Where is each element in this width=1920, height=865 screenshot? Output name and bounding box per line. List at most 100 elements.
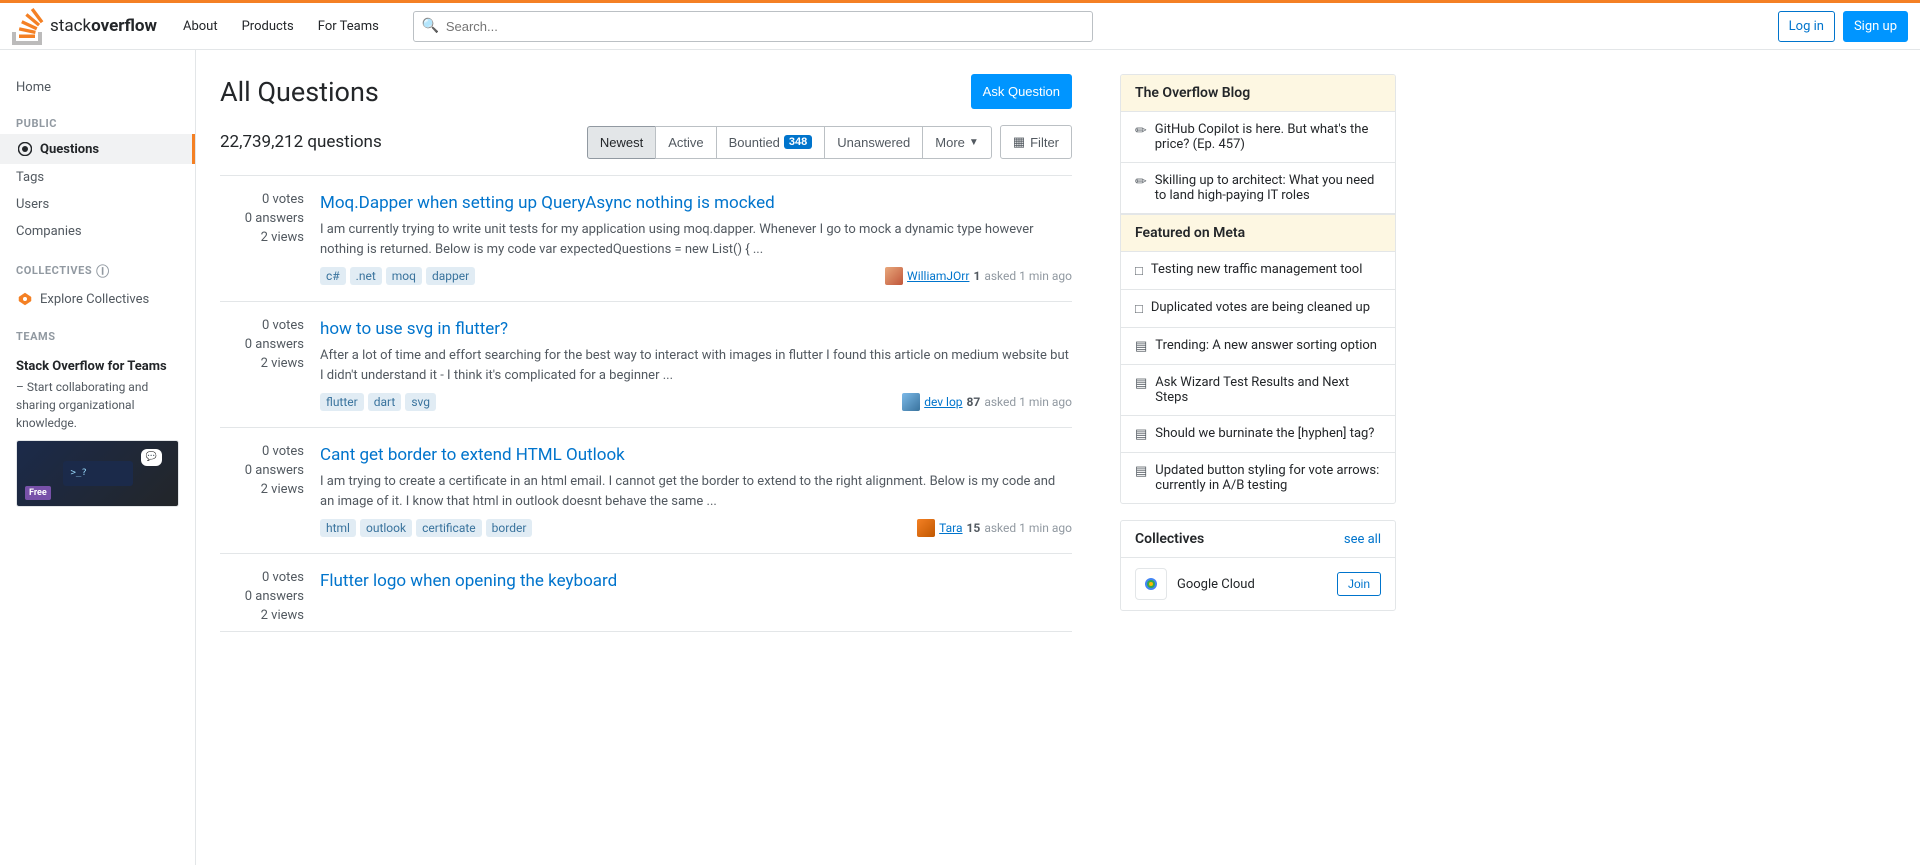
sidebar-item-companies[interactable]: Companies (0, 218, 195, 245)
login-button[interactable]: Log in (1778, 11, 1835, 42)
sidebar-item-home[interactable]: Home (0, 74, 195, 101)
list-item: Google Cloud Join (1121, 558, 1395, 610)
list-item: ▤ Ask Wizard Test Results and Next Steps (1121, 365, 1395, 416)
tag[interactable]: outlook (360, 519, 412, 537)
sidebar-teams-section: TEAMS Stack Overflow for Teams – Start c… (0, 322, 195, 527)
tag[interactable]: certificate (416, 519, 482, 537)
search-input[interactable] (413, 11, 1093, 42)
tag[interactable]: c# (320, 267, 346, 285)
question-stats: 0 votes 0 answers 2 views (220, 192, 320, 285)
free-badge: Free (25, 486, 51, 500)
view-count: 2 views (261, 608, 304, 623)
list-item: ▤ Trending: A new answer sorting option (1121, 328, 1395, 365)
header: stackoverflow About Products For Teams 🔍… (0, 0, 1920, 50)
question-title[interactable]: Flutter logo when opening the keyboard (320, 570, 1072, 592)
filter-unanswered[interactable]: Unanswered (824, 126, 923, 159)
sidebar-item-questions[interactable]: Questions (0, 134, 195, 164)
answer-count: 0 answers (245, 337, 304, 352)
filter-active[interactable]: Active (655, 126, 716, 159)
sidebar-item-explore-collectives[interactable]: Explore Collectives (0, 284, 195, 314)
ask-question-button[interactable]: Ask Question (971, 74, 1072, 109)
meta-link[interactable]: Trending: A new answer sorting option (1155, 338, 1377, 353)
blog-link[interactable]: GitHub Copilot is here. But what's the p… (1155, 122, 1381, 152)
asked-time: asked 1 min ago (984, 521, 1072, 535)
view-count: 2 views (261, 230, 304, 245)
blog-link[interactable]: Skilling up to architect: What you need … (1155, 173, 1381, 203)
user-name[interactable]: dev lop (924, 395, 962, 409)
tag[interactable]: html (320, 519, 356, 537)
teams-promo: Stack Overflow for Teams – Start collabo… (0, 347, 195, 527)
list-item: ▤ Updated button styling for vote arrows… (1121, 453, 1395, 503)
filter-bountied[interactable]: Bountied 348 (716, 126, 826, 159)
teams-promo-box: >_? 💬 Free (16, 440, 179, 507)
question-stats: 0 votes 0 answers 2 views (220, 318, 320, 411)
nav-about[interactable]: About (173, 11, 228, 42)
meta-link[interactable]: Updated button styling for vote arrows: … (1155, 463, 1381, 493)
meta-trending-icon: ▤ (1135, 339, 1147, 354)
question-footer: c# .net moq dapper WilliamJOrr 1 asked 1… (320, 267, 1072, 285)
meta-trending-icon: ▤ (1135, 427, 1147, 442)
filter-newest[interactable]: Newest (587, 126, 656, 159)
tag[interactable]: dart (368, 393, 402, 411)
table-row: 0 votes 0 answers 2 views Cant get borde… (220, 428, 1072, 554)
question-meta: WilliamJOrr 1 asked 1 min ago (885, 267, 1072, 285)
sidebar-public-section: PUBLIC Questions Tags Users Companies (0, 109, 195, 245)
question-title[interactable]: Moq.Dapper when setting up QueryAsync no… (320, 192, 1072, 214)
filters-row: 22,739,212 questions Newest Active Bount… (220, 125, 1072, 159)
question-list: 0 votes 0 answers 2 views Moq.Dapper whe… (220, 175, 1072, 632)
question-tags: c# .net moq dapper (320, 267, 475, 285)
table-row: 0 votes 0 answers 2 views how to use svg… (220, 302, 1072, 428)
teams-promo-desc: – Start collaborating and sharing organi… (16, 378, 179, 432)
question-excerpt: After a lot of time and effort searching… (320, 346, 1072, 385)
auth-buttons: Log in Sign up (1778, 11, 1908, 42)
filter-button[interactable]: ▦ Filter (1000, 125, 1072, 159)
tag[interactable]: .net (350, 267, 382, 285)
search-bar: 🔍 (413, 11, 1093, 42)
see-all-link[interactable]: see all (1344, 532, 1381, 547)
pencil-icon: ✏ (1135, 123, 1147, 139)
filter-more[interactable]: More ▼ (922, 126, 992, 159)
meta-link[interactable]: Ask Wizard Test Results and Next Steps (1155, 375, 1381, 405)
question-tags: flutter dart svg (320, 393, 436, 411)
meta-square-icon: □ (1135, 301, 1143, 317)
sidebar-item-tags[interactable]: Tags (0, 164, 195, 191)
join-collective-button[interactable]: Join (1337, 572, 1381, 596)
nav-products[interactable]: Products (232, 11, 304, 42)
question-footer: html outlook certificate border Tara 15 … (320, 519, 1072, 537)
meta-trending-icon: ▤ (1135, 464, 1147, 479)
sidebar-item-users[interactable]: Users (0, 191, 195, 218)
meta-link[interactable]: Should we burninate the [hyphen] tag? (1155, 426, 1374, 441)
user-name[interactable]: Tara (939, 521, 962, 535)
answer-count: 0 answers (245, 211, 304, 226)
meta-link[interactable]: Duplicated votes are being cleaned up (1151, 300, 1370, 315)
question-title[interactable]: how to use svg in flutter? (320, 318, 1072, 340)
questions-icon (16, 140, 34, 158)
table-row: 0 votes 0 answers 2 views Flutter logo w… (220, 554, 1072, 632)
tag[interactable]: border (486, 519, 533, 537)
info-icon[interactable]: ⓘ (96, 261, 110, 280)
signup-button[interactable]: Sign up (1843, 11, 1908, 42)
user-rep: 15 (967, 521, 981, 535)
promo-terminal: >_? (63, 461, 133, 486)
promo-image: >_? 💬 Free (17, 441, 178, 506)
tag[interactable]: moq (386, 267, 422, 285)
tag[interactable]: dapper (426, 267, 475, 285)
tag[interactable]: svg (405, 393, 436, 411)
pencil-icon: ✏ (1135, 174, 1147, 190)
collective-name: Google Cloud (1177, 577, 1255, 592)
tag[interactable]: flutter (320, 393, 364, 411)
asked-time: asked 1 min ago (984, 395, 1072, 409)
answer-count: 0 answers (245, 589, 304, 604)
bountied-badge: 348 (784, 135, 812, 149)
right-sidebar: The Overflow Blog ✏ GitHub Copilot is he… (1096, 50, 1396, 865)
meta-link[interactable]: Testing new traffic management tool (1151, 262, 1363, 277)
sidebar-collectives-section: COLLECTIVES ⓘ Explore Collectives (0, 253, 195, 314)
logo[interactable]: stackoverflow (12, 8, 157, 45)
question-title[interactable]: Cant get border to extend HTML Outlook (320, 444, 1072, 466)
list-item: ✏ GitHub Copilot is here. But what's the… (1121, 112, 1395, 163)
user-name[interactable]: WilliamJOrr (907, 269, 969, 283)
chevron-down-icon: ▼ (969, 137, 979, 148)
sidebar-teams-label: TEAMS (0, 322, 195, 347)
question-meta: Tara 15 asked 1 min ago (917, 519, 1072, 537)
nav-for-teams[interactable]: For Teams (308, 11, 389, 42)
